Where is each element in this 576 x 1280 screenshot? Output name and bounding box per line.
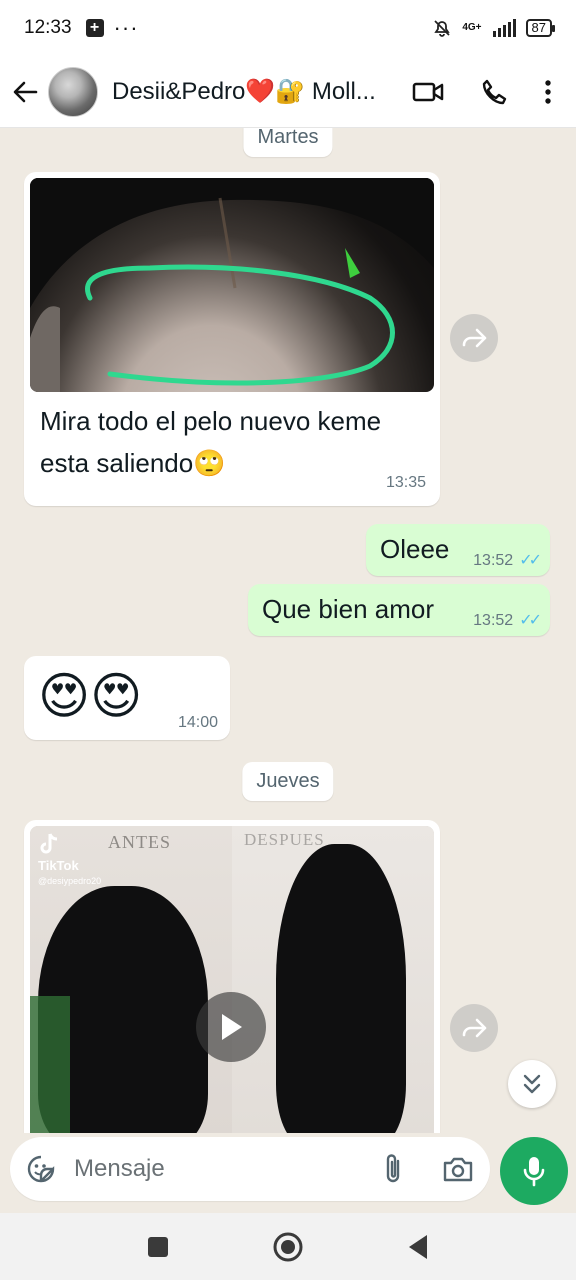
chat-title[interactable]: Desii&Pedro❤️🔐 Moll... [112,77,382,106]
double-chevron-down-icon [523,1074,541,1094]
message-text: Que bien amor [262,594,434,624]
more-notifications-icon: ··· [113,15,139,40]
tiktok-watermark: TikTok @desiypedro20 [38,832,101,886]
back-arrow-icon[interactable] [10,77,40,107]
home-circle-icon[interactable] [273,1232,303,1262]
attach-paperclip-icon[interactable] [382,1153,404,1185]
message-time: 14:00 [177,714,218,731]
system-nav-bar [0,1213,576,1280]
read-ticks-icon: ✓✓ [519,552,542,569]
message-time: 13:35 [385,474,426,491]
network-type: 4G+ [462,22,482,33]
forward-icon[interactable] [450,1004,498,1052]
scroll-to-bottom-button[interactable] [508,1060,556,1108]
message-time: 13:52 [473,612,514,629]
chat-area[interactable]: Martes Mira todo el pelo nuevo keme esta… [0,128,576,1133]
outgoing-message[interactable]: Oleee 13:52 ✓✓ [366,524,550,576]
date-chip: Jueves [242,762,334,801]
message-emoji: 😍😍 [38,668,143,724]
recents-square-icon[interactable] [147,1236,169,1258]
chat-header: Desii&Pedro❤️🔐 Moll... [0,56,576,128]
outgoing-message[interactable]: Que bien amor 13:52 ✓✓ [248,584,550,636]
read-ticks-icon: ✓✓ [519,612,542,629]
incoming-video-message[interactable]: ANTES DESPUES TikTok @desiypedro20 [24,820,440,1133]
message-time: 13:52 [473,552,514,569]
contact-avatar[interactable] [48,66,98,117]
microphone-icon [523,1157,545,1187]
incoming-image-message[interactable]: Mira todo el pelo nuevo keme esta salien… [24,172,440,506]
video-thumbnail[interactable]: ANTES DESPUES TikTok @desiypedro20 [30,826,434,1133]
message-text: Oleee [380,534,450,564]
incoming-message[interactable]: 😍😍 14:00 [24,656,230,740]
hair-photo[interactable] [30,178,434,392]
video-overlay-antes: ANTES [108,832,171,852]
status-bar: 12:33 + ··· 4G+ 87 [0,0,576,56]
forward-icon[interactable] [450,314,498,362]
more-options-icon[interactable] [544,79,552,105]
play-icon [222,1014,242,1040]
message-input[interactable] [74,1155,354,1183]
voice-message-button[interactable] [500,1137,568,1205]
mute-bell-icon [434,20,451,37]
notification-add-icon: + [85,19,104,37]
signal-icon [492,19,516,37]
video-overlay-despues: DESPUES [244,830,325,849]
battery-icon: 87 [525,19,556,37]
date-chip: Martes [243,128,333,157]
play-button[interactable] [196,992,266,1062]
composer-bar [0,1133,576,1213]
status-time: 12:33 [24,17,72,38]
back-triangle-icon[interactable] [407,1234,429,1260]
tiktok-logo-icon [40,833,58,854]
voice-call-icon[interactable] [480,78,508,106]
sticker-emoji-icon[interactable] [26,1154,56,1184]
message-text: Mira todo el pelo nuevo keme esta salien… [40,406,382,478]
video-call-icon[interactable] [412,80,444,104]
composer-pill [10,1137,490,1201]
camera-icon[interactable] [442,1155,474,1183]
